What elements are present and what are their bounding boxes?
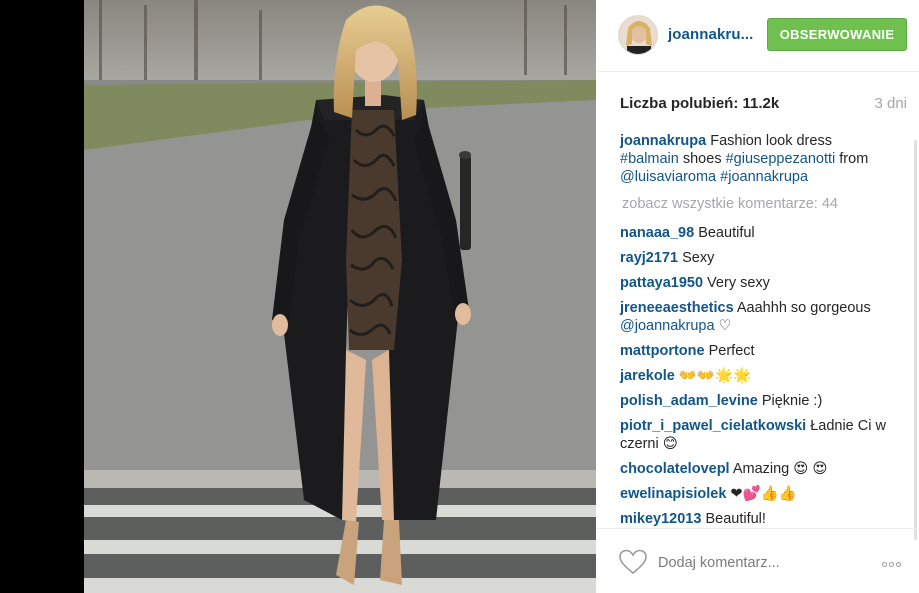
comment-item: chocolatelovepl Amazing 😍 😍	[620, 460, 892, 478]
add-comment-input[interactable]	[658, 553, 858, 573]
comment-username[interactable]: ewelinapisiolek	[620, 486, 726, 502]
hashtag-link[interactable]: #joannakrupa	[720, 169, 808, 185]
fashion-photo	[84, 0, 596, 593]
comment-username[interactable]: pattaya1950	[620, 275, 703, 291]
view-all-comments-link[interactable]: zobacz wszystkie komentarze: 44	[622, 195, 892, 213]
ellipsis-icon	[889, 562, 894, 567]
caption-text: shoes	[678, 151, 726, 167]
comment-username[interactable]: jarekole	[620, 368, 675, 384]
ellipsis-icon	[896, 562, 901, 567]
comment-username[interactable]: piotr_i_pawel_cielatkowski	[620, 418, 806, 434]
comment-text: ❤💕👍👍	[726, 486, 797, 502]
post-details-panel: joannakru... OBSERWOWANIE Liczba polubie…	[596, 0, 919, 593]
mention-link[interactable]: @luisaviaroma	[620, 169, 716, 185]
caption-text: from	[835, 151, 869, 167]
comment-text: 👐👐🌟🌟	[674, 368, 752, 384]
hashtag-link[interactable]: #balmain	[620, 151, 679, 167]
post-caption: joannakrupa Fashion look dress #balmain …	[620, 132, 892, 186]
comment-item: piotr_i_pawel_cielatkowski Ładnie Ci w c…	[620, 417, 892, 453]
comment-username[interactable]: mikey12013	[620, 511, 701, 527]
avatar-image	[619, 16, 657, 54]
comment-text: Pięknie :)	[757, 393, 823, 409]
comment-username[interactable]: rayj2171	[620, 250, 678, 266]
comment-text: Beautiful	[694, 225, 755, 241]
post-footer	[596, 528, 919, 593]
comment-username[interactable]: chocolatelovepl	[620, 461, 730, 477]
comment-item: jreneeaesthetics Aaahhh so gorgeous @joa…	[620, 299, 892, 335]
post-modal: joannakru... OBSERWOWANIE Liczba polubie…	[0, 0, 919, 593]
comment-username[interactable]: jreneeaesthetics	[620, 300, 734, 316]
likes-count[interactable]: Liczba polubień: 11.2k	[620, 95, 779, 112]
caption-text: Fashion look dress	[706, 133, 832, 149]
post-author-username[interactable]: joannakru...	[668, 26, 753, 43]
comments-scrollbar[interactable]	[914, 140, 917, 540]
comment-text: Amazing 😍 😍	[729, 461, 828, 477]
post-header: joannakru... OBSERWOWANIE	[596, 0, 919, 72]
likes-row: Liczba polubień: 11.2k 3 dni	[620, 95, 907, 112]
comment-item: mattportone Perfect	[620, 342, 892, 360]
comment-item: nanaaa_98 Beautiful	[620, 224, 892, 242]
comment-username[interactable]: mattportone	[620, 343, 705, 359]
comment-text: Beautiful!	[701, 511, 766, 527]
mention-link[interactable]: @joannakrupa	[620, 318, 715, 334]
follow-button[interactable]: OBSERWOWANIE	[767, 18, 907, 51]
like-button[interactable]	[619, 549, 647, 575]
post-photo[interactable]	[84, 0, 596, 593]
comment-item: pattaya1950 Very sexy	[620, 274, 892, 292]
comment-text: Very sexy	[703, 275, 770, 291]
comment-text: Perfect	[704, 343, 755, 359]
heart-outline-icon	[619, 549, 647, 575]
post-time[interactable]: 3 dni	[874, 95, 907, 112]
comment-item: mikey12013 Beautiful!	[620, 510, 892, 528]
comments-list: joannakrupa Fashion look dress #balmain …	[620, 132, 892, 535]
comment-text: Sexy	[678, 250, 715, 266]
comment-text: Aaahhh so gorgeous	[733, 300, 871, 316]
comment-text-suffix: ♡	[714, 318, 732, 334]
comment-item: rayj2171 Sexy	[620, 249, 892, 267]
avatar[interactable]	[618, 15, 658, 55]
more-options-button[interactable]	[882, 554, 910, 568]
comment-username[interactable]: polish_adam_levine	[620, 393, 758, 409]
hashtag-link[interactable]: #giuseppezanotti	[726, 151, 836, 167]
comment-item: polish_adam_levine Pięknie :)	[620, 392, 892, 410]
caption-username[interactable]: joannakrupa	[620, 133, 706, 149]
comment-item: ewelinapisiolek ❤💕👍👍	[620, 485, 892, 503]
comment-username[interactable]: nanaaa_98	[620, 225, 694, 241]
comment-item: jarekole 👐👐🌟🌟	[620, 367, 892, 385]
ellipsis-icon	[882, 562, 887, 567]
